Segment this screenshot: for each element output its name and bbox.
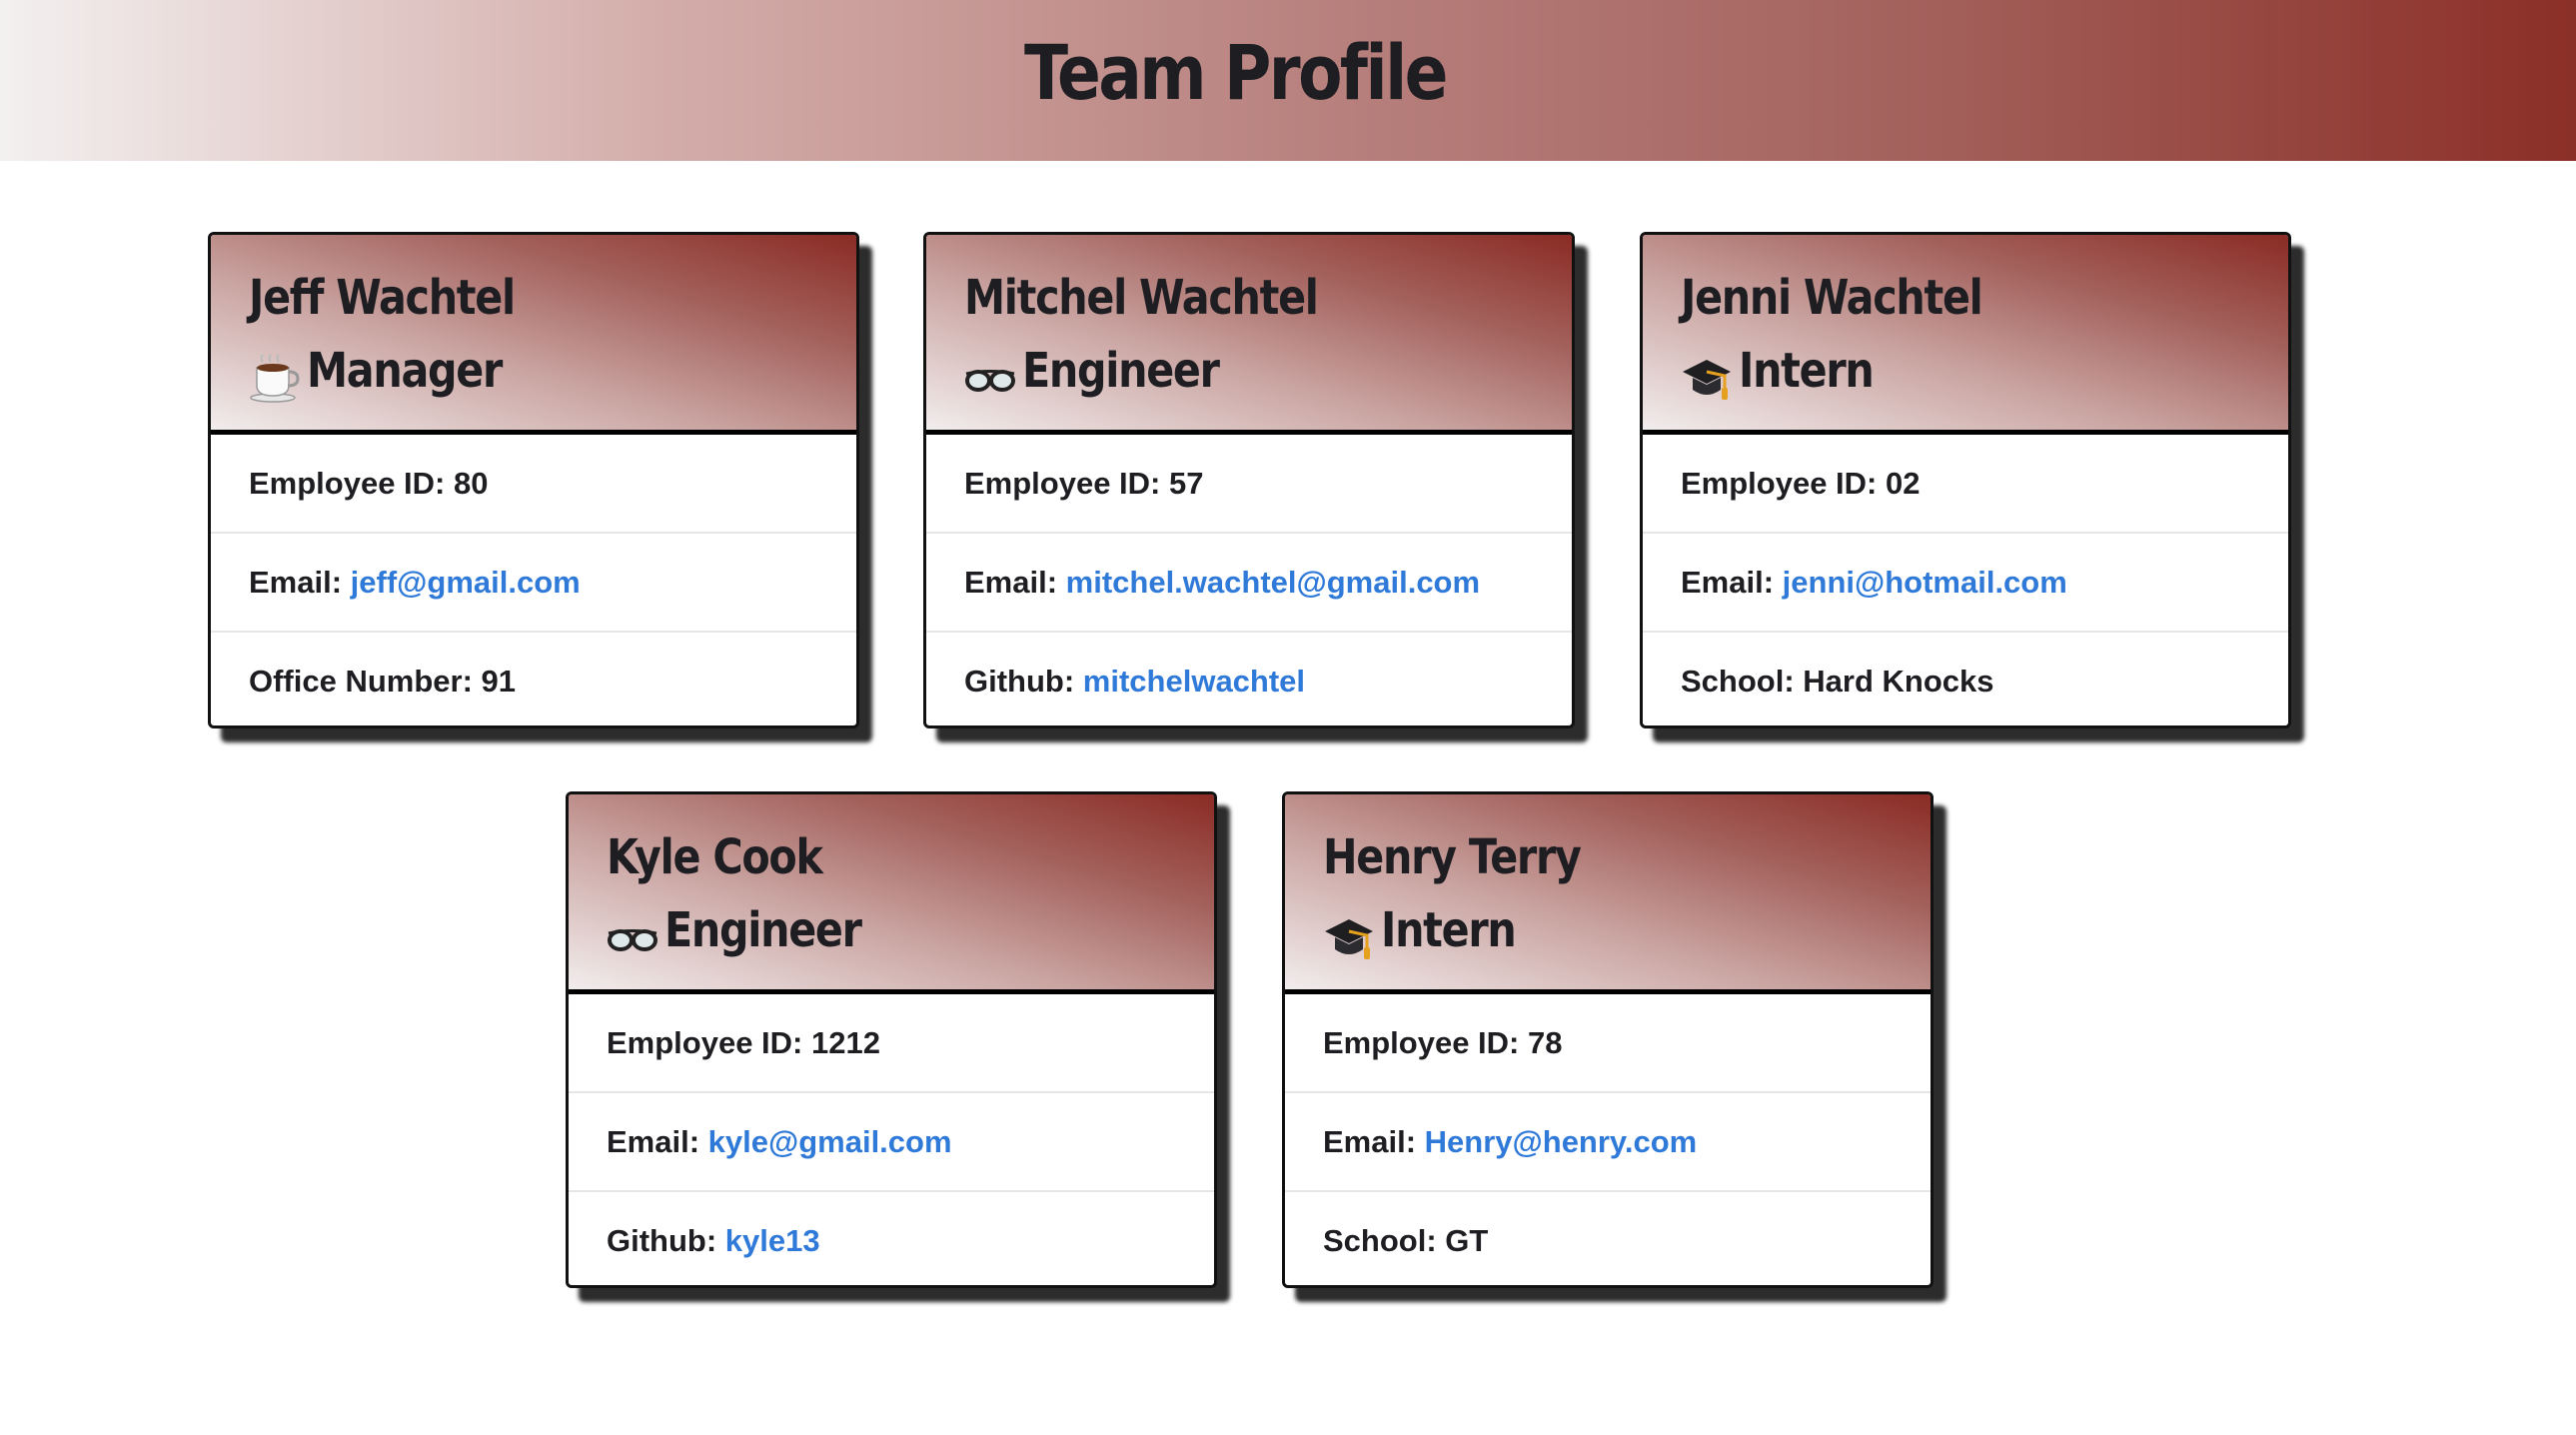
employee-role: Manager [249, 333, 856, 409]
role-label: Manager [307, 343, 503, 399]
github: Github: kyle13 [607, 1223, 820, 1258]
email-link[interactable]: jeff@gmail.com [351, 565, 581, 600]
school: School: GT [1323, 1223, 1489, 1258]
employee-name: Mitchel Wachtel [964, 270, 1319, 326]
employee-id: Employee ID: 02 [1643, 435, 2288, 534]
github: Github: mitchelwachtel [964, 664, 1306, 699]
employee-role: Engineer [607, 892, 1214, 968]
page-header: Team Profile [0, 0, 2576, 161]
role-label: Engineer [1022, 343, 1220, 399]
graduation-cap-icon [1323, 913, 1375, 963]
employee-id: Employee ID: 78 [1285, 994, 1931, 1093]
employee-card: Jeff Wachtel Manager Employee ID: 80 Ema… [208, 232, 859, 728]
office-number: Office Number: 91 [249, 664, 517, 699]
employee-email: Email: jeff@gmail.com [211, 534, 856, 633]
employee-email: Email: Henry@henry.com [1285, 1093, 1931, 1192]
employee-role: Intern [1323, 892, 1931, 968]
employee-name: Jeff Wachtel [249, 270, 516, 326]
employee-id: Employee ID: 57 [926, 435, 1572, 534]
employee-card: Mitchel Wachtel Engineer Employee ID: 57… [923, 232, 1575, 728]
employee-email: Email: mitchel.wachtel@gmail.com [926, 534, 1572, 633]
email-link[interactable]: Henry@henry.com [1425, 1124, 1698, 1159]
card-header: Jenni Wachtel Intern [1643, 235, 2288, 435]
card-header: Mitchel Wachtel Engineer [926, 235, 1572, 435]
glasses-icon [607, 913, 658, 963]
employee-name: Jenni Wachtel [1681, 270, 1983, 326]
employee-name: Henry Terry [1323, 829, 1582, 885]
employee-email: Email: kyle@gmail.com [569, 1093, 1214, 1192]
employee-role: Intern [1681, 333, 2288, 409]
card-header: Kyle Cook Engineer [569, 794, 1214, 994]
graduation-cap-icon [1681, 354, 1733, 404]
email-link[interactable]: jenni@hotmail.com [1783, 565, 2067, 600]
card-header: Jeff Wachtel Manager [211, 235, 856, 435]
employee-email: Email: jenni@hotmail.com [1643, 534, 2288, 633]
github-link[interactable]: mitchelwachtel [1083, 664, 1305, 699]
role-label: Intern [1739, 343, 1875, 399]
employee-id: Employee ID: 1212 [569, 994, 1214, 1093]
email-link[interactable]: kyle@gmail.com [708, 1124, 952, 1159]
employee-role: Engineer [964, 333, 1572, 409]
employee-card: Kyle Cook Engineer Employee ID: 1212 Ema… [566, 791, 1217, 1288]
page-title: Team Profile [1024, 28, 1448, 117]
github-link[interactable]: kyle13 [725, 1223, 820, 1258]
employee-id: Employee ID: 80 [211, 435, 856, 534]
glasses-icon [964, 354, 1016, 404]
card-header: Henry Terry Intern [1285, 794, 1931, 994]
role-label: Intern [1381, 902, 1517, 958]
employee-name: Kyle Cook [607, 829, 823, 885]
employee-card: Jenni Wachtel Intern Employee ID: 02 Ema… [1640, 232, 2291, 728]
coffee-icon [249, 354, 301, 404]
employee-card: Henry Terry Intern Employee ID: 78 Email… [1282, 791, 1933, 1288]
role-label: Engineer [664, 902, 862, 958]
email-link[interactable]: mitchel.wachtel@gmail.com [1066, 565, 1480, 600]
school: School: Hard Knocks [1681, 664, 1994, 699]
